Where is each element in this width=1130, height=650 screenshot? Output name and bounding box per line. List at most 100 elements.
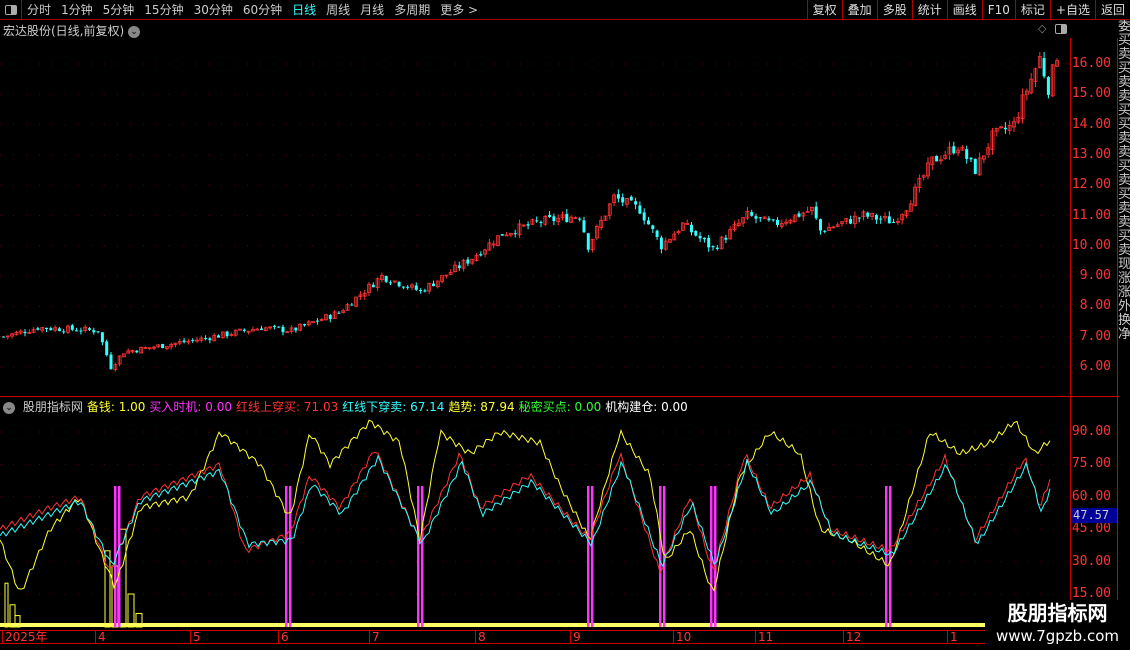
candle-body <box>638 205 642 214</box>
toolbar-button[interactable]: 叠加 <box>841 0 877 20</box>
toolbar-buttons: 复权 叠加 多股 统计 画线 F10 标记 +自选 返回 <box>806 0 1130 20</box>
candle-body <box>75 330 79 332</box>
candle-body <box>565 213 569 223</box>
price-tick: 16.00 <box>1071 56 1111 71</box>
candle-body <box>182 340 186 343</box>
candle-body <box>758 217 762 219</box>
indicator-chart[interactable] <box>0 398 1070 630</box>
toolbar-button[interactable]: 复权 <box>806 0 842 20</box>
candle-body <box>161 344 165 349</box>
candle-body <box>724 237 728 240</box>
candle-body <box>49 328 53 330</box>
candle-body <box>260 328 263 331</box>
candle-body <box>371 284 375 288</box>
baseline-bar <box>0 623 985 627</box>
buy-signal-bar <box>591 486 594 627</box>
candle-body <box>539 222 543 224</box>
price-tick: 11.00 <box>1071 207 1111 223</box>
date-tick: 4 <box>95 631 106 644</box>
indicator-value: 机构建仓: 0.00 <box>605 400 688 414</box>
buy-signal-bar <box>421 486 424 627</box>
indicator-value: 备钱: 1.00 <box>86 400 146 414</box>
indicator-value: 红线上穿买: 71.03 <box>236 400 339 414</box>
candle-body <box>814 206 818 219</box>
period-tab[interactable]: 1分钟 <box>56 1 98 18</box>
candle-body <box>100 332 104 343</box>
candle-body <box>1042 58 1046 77</box>
toolbar-button[interactable]: 标记 <box>1014 0 1050 20</box>
chevron-down-icon[interactable]: ⌄ <box>128 25 141 38</box>
toolbar-button[interactable]: 统计 <box>911 0 947 20</box>
buy-signal-bar <box>659 486 662 627</box>
candle-body <box>797 213 801 217</box>
candle-body <box>535 220 539 222</box>
toolbar-button[interactable]: 画线 <box>946 0 982 20</box>
candle-body <box>88 328 91 330</box>
panel-toggle-icon[interactable] <box>1055 24 1067 34</box>
red-line <box>0 451 1051 575</box>
toolbar-button[interactable]: F10 <box>981 0 1015 20</box>
candle-body <box>191 340 195 342</box>
candle-body <box>629 196 633 201</box>
buy-signal-bar <box>587 486 590 627</box>
candlestick-chart[interactable] <box>0 38 1070 396</box>
period-tab[interactable]: 多周期 <box>389 1 435 18</box>
price-tick: 8.00 <box>1079 298 1111 314</box>
date-tick: 9 <box>570 631 581 644</box>
buy-signal-bar <box>889 486 892 627</box>
candle-body <box>711 246 715 248</box>
candle-body <box>621 197 625 203</box>
candle-body <box>819 219 822 231</box>
candle-body <box>70 325 74 330</box>
histogram-bar <box>127 593 135 628</box>
chevron-down-icon[interactable]: ⌄ <box>3 401 15 414</box>
candle-body <box>208 338 212 341</box>
candle-body <box>79 330 83 332</box>
top-toolbar: 分时 1分钟 5分钟 15分钟 30分钟 60分钟 日线 周线 月线 多周期 更多 > 复权 叠加 多股… <box>0 0 1130 20</box>
period-tab[interactable]: 5分钟 <box>98 1 140 18</box>
candle-body <box>1003 127 1007 130</box>
indicator-tick: 15.00 <box>1071 586 1111 601</box>
candle-body <box>771 219 775 221</box>
candle-body <box>707 237 711 248</box>
candle-body <box>328 315 332 319</box>
candle-body <box>135 350 139 353</box>
candle-body <box>866 212 870 217</box>
candle-body <box>767 218 771 221</box>
trend-line <box>0 419 1051 592</box>
period-tabs: 分时 1分钟 5分钟 15分钟 30分钟 60分钟 日线 周线 月线 多周期 更多 > <box>22 1 483 18</box>
candle-body <box>419 290 423 292</box>
price-axis: 16.00 15.00 14.00 13.00 12.00 11.00 10.00 9.00 8… <box>1070 38 1119 628</box>
candle-body <box>874 215 878 220</box>
candle-body <box>973 158 977 174</box>
candle-body <box>879 218 883 220</box>
price-tick: 14.00 <box>1071 116 1111 132</box>
panel-icon <box>4 4 17 15</box>
candle-body <box>303 324 306 326</box>
candle-body <box>548 214 552 217</box>
period-tab[interactable]: 日线 <box>287 1 321 18</box>
period-tab[interactable]: 周线 <box>321 1 355 18</box>
indicator-tick: 30.00 <box>1071 553 1111 569</box>
toolbar-button[interactable]: 多股 <box>876 0 912 20</box>
period-tab[interactable]: 分时 <box>22 1 56 18</box>
diamond-icon[interactable]: ◇ <box>1038 22 1046 35</box>
period-tab[interactable]: 15分钟 <box>139 1 188 18</box>
watermark: 股朋指标网 www.7gpzb.com <box>985 600 1130 650</box>
side-panel-strip[interactable]: 委买卖买卖卖买买卖卖买卖买卖卖买卖现涨涨外换净 <box>1118 20 1130 630</box>
period-tab[interactable]: 60分钟 <box>238 1 287 18</box>
candle-body <box>659 237 663 250</box>
candle-body <box>45 327 48 330</box>
candle-body <box>62 331 66 333</box>
period-tab[interactable]: 更多 > <box>435 1 483 18</box>
price-tick: 6.00 <box>1079 359 1111 374</box>
layout-toggle-button[interactable] <box>0 0 22 20</box>
period-tab[interactable]: 月线 <box>355 1 389 18</box>
candle-body <box>281 326 285 333</box>
toolbar-button[interactable]: +自选 <box>1049 0 1095 20</box>
candle-body <box>423 290 427 292</box>
period-tab[interactable]: 30分钟 <box>189 1 238 18</box>
toolbar-button[interactable]: 返回 <box>1094 0 1130 20</box>
buy-signal-bar <box>285 486 288 627</box>
date-axis: 2025年 4 5 6 7 8 9 10 11 12 1 <box>0 630 1070 644</box>
